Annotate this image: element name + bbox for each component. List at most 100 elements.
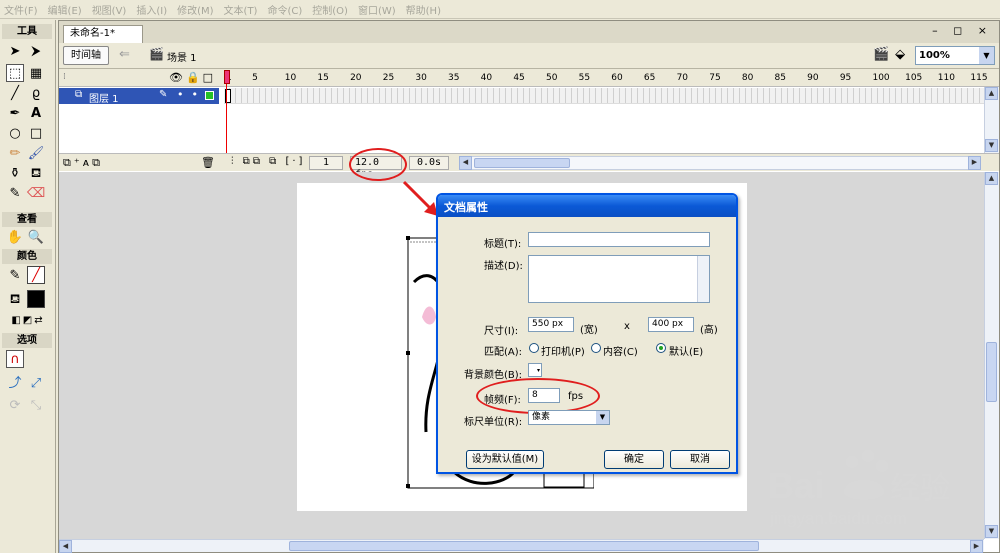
scroll-thumb[interactable] <box>289 541 759 551</box>
layer-row[interactable]: ⧉ 图层 1 ✎ •• <box>59 88 219 105</box>
height-input[interactable]: 400 px <box>648 317 694 332</box>
menu-item[interactable]: 帮助(H) <box>406 2 441 17</box>
lasso-tool-icon[interactable]: ϱ <box>27 84 45 102</box>
timeline-vertical-scrollbar[interactable]: ▲ ▼ <box>984 87 999 153</box>
window-controls[interactable]: – ◻ × <box>932 24 993 37</box>
scroll-right-icon[interactable]: ▶ <box>968 156 981 170</box>
match-printer-radio[interactable] <box>529 343 539 353</box>
frame-ruler[interactable]: 1510152025303540455055606570758085909510… <box>224 69 988 87</box>
layer-outline-color[interactable] <box>205 91 214 100</box>
scene-label[interactable]: 场景 1 <box>167 49 197 64</box>
match-content-label[interactable]: 内容(C) <box>603 343 638 358</box>
scroll-left-icon[interactable]: ◀ <box>459 156 472 170</box>
clapper-icon: 🎬 <box>149 47 164 61</box>
timeline-footer: ⧉⁺ᴀ⧉ 🗑 ⫶ ⧉⧉ ⧉ [·] 1 12.0 fps 0.0s ◀ ▶ <box>59 153 999 180</box>
menu-item[interactable]: 控制(O) <box>312 2 348 17</box>
frames-row[interactable] <box>224 88 984 104</box>
stage-horizontal-scrollbar[interactable]: ◀ ▶ <box>59 539 984 553</box>
edit-scene-icon[interactable]: 🎬⬙ <box>873 47 911 62</box>
smooth-icon[interactable]: ⤴ <box>6 374 24 392</box>
description-textarea[interactable] <box>528 255 710 303</box>
paint-bucket-tool-icon[interactable]: ⛾ <box>27 164 45 182</box>
transform-handle <box>406 351 410 355</box>
scroll-right-icon[interactable]: ▶ <box>970 540 983 553</box>
swap-colors-icon[interactable]: ◧◩⇄ <box>4 312 52 330</box>
zoom-select[interactable]: 100% ▼ <box>915 46 995 65</box>
watermark-url: jingyan.baidu.com <box>769 509 907 528</box>
timeline-button[interactable]: 时间轴 <box>63 46 109 65</box>
line-tool-icon[interactable]: ╱ <box>6 84 24 102</box>
scroll-down-icon[interactable]: ▼ <box>985 139 998 152</box>
playhead-handle[interactable] <box>224 70 230 84</box>
menu-item[interactable]: 插入(I) <box>136 2 167 17</box>
scroll-left-icon[interactable]: ◀ <box>59 540 72 553</box>
panel-grip-icon: ⁞ <box>63 72 66 82</box>
times-sign: x <box>624 321 630 332</box>
fill-color-swatch[interactable] <box>27 290 45 308</box>
oval-tool-icon[interactable]: ○ <box>6 124 24 142</box>
description-scrollbar[interactable] <box>697 256 709 302</box>
layer-name[interactable]: 图层 1 <box>89 90 119 105</box>
scroll-thumb[interactable] <box>986 342 997 402</box>
width-input[interactable]: 550 px <box>528 317 574 332</box>
set-default-button[interactable]: 设为默认值(M) <box>466 450 544 469</box>
menu-item[interactable]: 命令(C) <box>267 2 302 17</box>
rectangle-tool-icon[interactable]: □ <box>27 124 45 142</box>
straighten-icon[interactable]: ⤢ <box>27 374 45 392</box>
eraser-tool-icon[interactable]: ⌫ <box>27 184 45 202</box>
scroll-up-icon[interactable]: ▲ <box>985 172 998 185</box>
ruler-units-select[interactable]: 像素 ▼ <box>528 410 610 425</box>
cancel-button[interactable]: 取消 <box>670 450 730 469</box>
menu-item[interactable]: 窗口(W) <box>358 2 396 17</box>
menu-item[interactable]: 文件(F) <box>4 2 38 17</box>
eyedropper-tool-icon[interactable]: ✎ <box>6 184 24 202</box>
menu-item[interactable]: 视图(V) <box>92 2 127 17</box>
stroke-color-swatch[interactable]: ╱ <box>27 266 45 284</box>
zoom-tool-icon[interactable]: 🔍 <box>27 228 45 246</box>
scroll-up-icon[interactable]: ▲ <box>985 87 998 100</box>
pencil-icon: ✎ <box>159 89 168 100</box>
match-printer-label[interactable]: 打印机(P) <box>541 343 585 358</box>
watermark-brand: Bai <box>768 465 824 506</box>
bgcolor-swatch[interactable]: ▾ <box>528 363 542 377</box>
ink-bottle-tool-icon[interactable]: ⚱ <box>6 164 24 182</box>
timeline-horizontal-scrollbar[interactable]: ◀ ▶ <box>459 156 981 170</box>
dialog-titlebar[interactable]: 文档属性 <box>438 195 736 217</box>
pencil-tool-icon[interactable]: ✏ <box>6 144 24 162</box>
frame-number: 70 <box>676 73 689 83</box>
hand-tool-icon[interactable]: ✋ <box>6 228 24 246</box>
document-tab[interactable]: 未命名-1* <box>63 25 143 43</box>
layer-visibility-lock-outline-icons[interactable]: 👁🔒□ <box>169 71 216 84</box>
onion-skin-icons[interactable]: ⫶ ⧉⧉ ⧉ [·] <box>231 156 305 167</box>
subselect-tool-icon[interactable]: ⮞ <box>27 42 45 60</box>
trash-icon[interactable]: 🗑 <box>201 156 215 169</box>
transform-handle <box>406 484 410 488</box>
layer-state-dots[interactable]: •• <box>177 88 206 101</box>
pen-tool-icon[interactable]: ✒ <box>6 104 24 122</box>
tools-panel: 工具 ➤ ⮞ ⬚ ▦ ╱ ϱ ✒ A ○ □ ✏ 🖌 ⚱ ⛾ ✎ ⌫ 查看 ✋ … <box>0 20 56 553</box>
snap-magnet-icon[interactable]: ∩ <box>6 350 24 368</box>
add-layer-icons[interactable]: ⧉⁺ᴀ⧉ <box>63 156 103 170</box>
arrow-tool-icon[interactable]: ➤ <box>6 42 24 60</box>
height-unit: (高) <box>700 325 718 336</box>
chevron-down-icon[interactable]: ▼ <box>596 411 609 424</box>
match-default-radio[interactable] <box>656 343 666 353</box>
text-tool-icon[interactable]: A <box>27 104 45 122</box>
match-default-label[interactable]: 默认(E) <box>669 343 703 358</box>
menu-item[interactable]: 文本(T) <box>224 2 258 17</box>
free-transform-tool-icon[interactable]: ⬚ <box>6 64 24 82</box>
frame-number: 80 <box>741 73 754 83</box>
menu-item[interactable]: 修改(M) <box>177 2 213 17</box>
ok-button[interactable]: 确定 <box>604 450 664 469</box>
fill-color-icon[interactable]: ⛾ <box>6 290 24 308</box>
chevron-down-icon[interactable]: ▼ <box>979 47 994 64</box>
fill-transform-tool-icon[interactable]: ▦ <box>27 64 45 82</box>
menu-bar: 文件(F) 编辑(E) 视图(V) 插入(I) 修改(M) 文本(T) 命令(C) 控制(O)… <box>0 0 1000 19</box>
scroll-thumb[interactable] <box>474 158 570 168</box>
menu-item[interactable]: 编辑(E) <box>48 2 82 17</box>
title-input[interactable] <box>528 232 710 247</box>
match-content-radio[interactable] <box>591 343 601 353</box>
stroke-color-icon[interactable]: ✎ <box>6 266 24 284</box>
brush-tool-icon[interactable]: 🖌 <box>27 144 45 162</box>
frame-number: 65 <box>643 73 656 83</box>
